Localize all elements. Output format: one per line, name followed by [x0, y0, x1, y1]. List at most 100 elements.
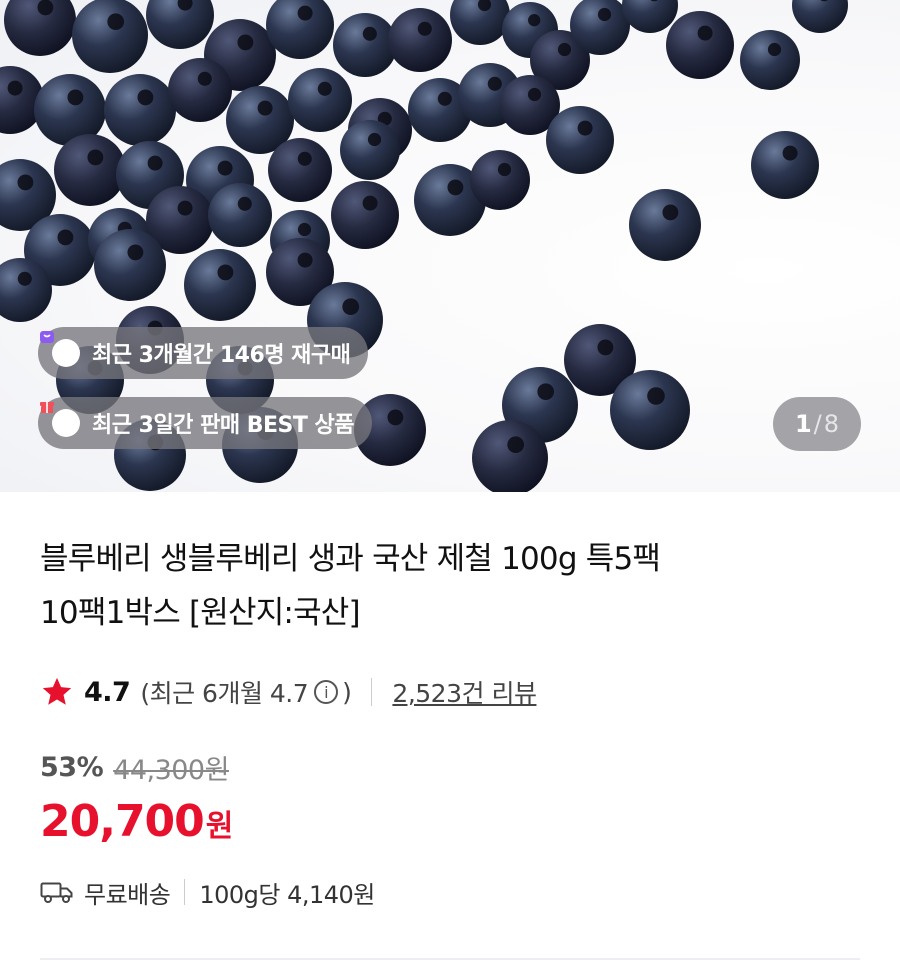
- blueberry-crown: [297, 5, 313, 21]
- gift-icon: [40, 402, 80, 437]
- recent-rating-text: (최근 6개월 4.7: [140, 679, 309, 708]
- blueberry-crown: [362, 26, 377, 41]
- blueberry-crown: [17, 174, 34, 191]
- sale-price: 20,700: [40, 796, 205, 847]
- image-counter-separator: /: [813, 410, 822, 438]
- blueberry: [740, 30, 800, 90]
- price-row: 20,700 원: [40, 796, 233, 847]
- blueberry: [388, 8, 452, 72]
- blueberry: [331, 181, 399, 249]
- blueberry: [622, 0, 678, 33]
- review-count-link[interactable]: 2,523건 리뷰: [392, 674, 537, 710]
- blueberry-crown: [107, 13, 125, 31]
- blueberry: [546, 106, 614, 174]
- discount-rate: 53%: [40, 752, 104, 783]
- blueberry: [208, 183, 272, 247]
- blueberry: [629, 189, 701, 261]
- unit-price: 100g당 4,140원: [199, 880, 375, 909]
- blueberry: [333, 13, 397, 77]
- blueberry-crown: [362, 195, 378, 211]
- bag-icon: [40, 331, 80, 367]
- rating-row: 4.7 (최근 6개월 4.7 i ) 2,523건 리뷰: [40, 672, 537, 712]
- product-title-line-1: 블루베리 생블루베리 생과 국산 제철 100g 특5팩: [40, 541, 661, 577]
- blueberry-crown: [697, 25, 713, 41]
- blueberry: [666, 11, 734, 79]
- recent-rating: (최근 6개월 4.7 i ): [140, 674, 352, 710]
- blueberry-crown: [662, 204, 679, 221]
- blueberry: [72, 0, 148, 73]
- section-divider: [40, 958, 860, 960]
- product-title: 블루베리 생블루베리 생과 국산 제철 100g 특5팩 10팩1박스 [원산지…: [40, 532, 840, 640]
- blueberry-crown: [317, 81, 332, 96]
- blueberry: [470, 150, 530, 210]
- image-counter: 1 / 8: [773, 397, 861, 451]
- blueberry-crown: [782, 145, 798, 161]
- blueberry: [610, 370, 690, 450]
- shipping-row: 무료배송 100g당 4,140원: [40, 872, 375, 912]
- product-title-line-2: 10팩1박스 [원산지:국산]: [40, 595, 361, 631]
- blueberry-crown: [237, 196, 252, 211]
- star-icon: [42, 677, 72, 705]
- divider: [371, 678, 373, 706]
- blueberry: [751, 131, 819, 199]
- blueberry-crown: [147, 155, 163, 171]
- blueberry-crown: [37, 0, 54, 16]
- info-icon[interactable]: i: [314, 680, 339, 704]
- blueberry-crown: [217, 160, 233, 176]
- blueberry: [94, 229, 166, 301]
- free-shipping-label: 무료배송: [84, 880, 171, 909]
- blueberry: [288, 68, 352, 132]
- blueberry-crown: [417, 21, 432, 36]
- repurchase-badge: 최근 3개월간 146명 재구매: [38, 327, 369, 379]
- blueberry: [340, 120, 400, 180]
- blueberry-crown: [597, 339, 614, 356]
- repurchase-text: 최근 3개월간 146명 재구매: [92, 343, 351, 368]
- blueberry-crown: [237, 34, 254, 51]
- blueberry-crown: [537, 383, 555, 401]
- blueberry-crown: [17, 271, 32, 286]
- best-seller-badge: 최근 3일간 판매 BEST 상품: [38, 397, 373, 449]
- blueberry-crown: [217, 264, 234, 281]
- original-price: 44,300원: [113, 755, 229, 786]
- blueberry-crown: [647, 387, 665, 405]
- blueberry-crown: [257, 100, 273, 116]
- blueberry-crown: [447, 179, 464, 196]
- blueberry-crown: [87, 149, 104, 166]
- blueberry: [792, 0, 848, 33]
- blueberry-crown: [297, 222, 312, 237]
- blueberry-crown: [127, 244, 144, 261]
- best-seller-text: 최근 3일간 판매 BEST 상품: [92, 413, 355, 438]
- product-image-gallery[interactable]: 최근 3개월간 146명 재구매 최근 3일간 판매 BEST 상품 1 / 8: [0, 0, 900, 492]
- blueberry-crown: [137, 89, 154, 106]
- image-counter-total: 8: [823, 410, 840, 438]
- rating-value: 4.7: [84, 676, 131, 708]
- blueberry-crown: [367, 132, 382, 147]
- blueberry-crown: [577, 120, 593, 136]
- blueberry-crown: [528, 14, 541, 27]
- blueberry-crown: [437, 91, 452, 106]
- blueberry-crown: [557, 42, 572, 57]
- blueberry: [104, 74, 176, 146]
- recent-rating-close: ): [342, 677, 352, 707]
- discount-row: 53% 44,300원: [40, 748, 229, 787]
- blueberry-crown: [487, 76, 502, 91]
- blueberry-crown: [297, 151, 312, 166]
- blueberry-crown: [342, 298, 360, 316]
- image-counter-current: 1: [794, 410, 812, 438]
- blueberry-crown: [57, 229, 74, 246]
- blueberry-crown: [767, 42, 782, 57]
- blueberry: [168, 58, 232, 122]
- truck-icon: [40, 882, 73, 903]
- blueberry-crown: [67, 89, 84, 106]
- blueberry-crown: [177, 200, 193, 216]
- blueberry-crown: [7, 80, 23, 96]
- blueberry-crown: [507, 436, 525, 454]
- blueberry-crown: [297, 252, 313, 268]
- blueberry-crown: [387, 409, 404, 426]
- blueberry: [184, 249, 256, 321]
- blueberry: [268, 138, 332, 202]
- blueberry-crown: [527, 87, 542, 102]
- blueberry-crown: [197, 71, 212, 86]
- blueberry: [54, 134, 126, 206]
- blueberry-crown: [497, 162, 512, 177]
